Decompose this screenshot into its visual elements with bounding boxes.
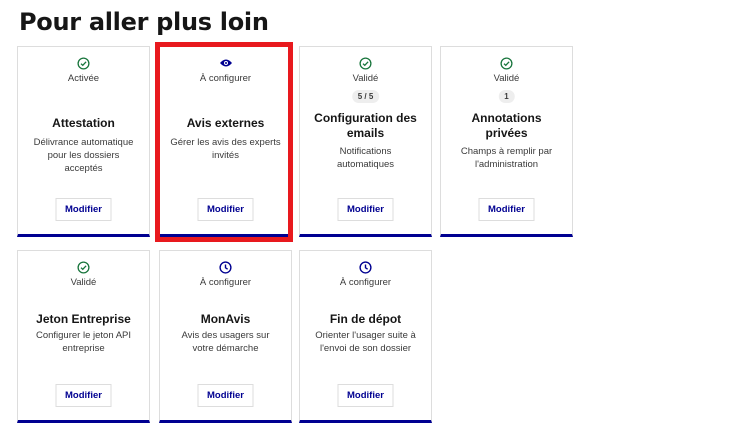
modify-button[interactable]: Modifier	[197, 384, 254, 407]
card-fin-de-depot: À configurer Fin de dépot Orienter l'usa…	[299, 250, 432, 423]
card-configuration-emails: Validé 5 / 5 Configuration des emails No…	[299, 46, 432, 237]
clock-icon	[300, 261, 431, 275]
status-label: Validé	[70, 277, 97, 288]
card-title: Avis externes	[186, 116, 265, 130]
card-title: Jeton Entreprise	[36, 312, 131, 326]
card-description: Délivrance automatique pour les dossiers…	[33, 137, 134, 174]
check-circle-icon	[18, 57, 149, 71]
card-monavis: À configurer MonAvis Avis des usagers su…	[159, 250, 292, 423]
card-annotations-privees: Validé 1 Annotations privées Champs à re…	[440, 46, 573, 237]
card-description: Champs à remplir par l'administration	[460, 146, 553, 170]
clock-icon	[160, 261, 291, 275]
card-title: Annotations privées	[471, 111, 542, 140]
count-badge: 1	[498, 90, 515, 103]
card-description: Avis des usagers sur votre démarche	[181, 330, 270, 354]
status-label: À configurer	[339, 277, 392, 288]
modify-button[interactable]: Modifier	[55, 384, 112, 407]
status-label: Activée	[67, 73, 100, 84]
modify-button[interactable]: Modifier	[337, 198, 394, 221]
modify-button[interactable]: Modifier	[197, 198, 254, 221]
modify-button[interactable]: Modifier	[337, 384, 394, 407]
page-title: Pour aller plus loin	[19, 8, 269, 36]
card-jeton-entreprise: Validé Jeton Entreprise Configurer le je…	[17, 250, 150, 423]
modify-button[interactable]: Modifier	[478, 198, 535, 221]
card-title: Fin de dépot	[329, 312, 402, 326]
card-title: Configuration des emails	[314, 111, 417, 140]
status-label: Validé	[493, 73, 520, 84]
count-badge: 5 / 5	[351, 90, 380, 103]
card-description: Notifications automatiques	[336, 146, 395, 170]
card-title: Attestation	[52, 116, 115, 130]
card-description: Gérer les avis des experts invités	[170, 137, 281, 161]
eye-icon	[160, 57, 291, 71]
status-label: Validé	[352, 73, 379, 84]
status-label: À configurer	[199, 277, 252, 288]
check-circle-icon	[300, 57, 431, 71]
status-label: À configurer	[199, 73, 252, 84]
card-avis-externes: À configurer Avis externes Gérer les avi…	[159, 46, 292, 237]
check-circle-icon	[18, 261, 149, 275]
card-description: Orienter l'usager suite à l'envoi de son…	[315, 330, 416, 354]
card-attestation: Activée Attestation Délivrance automatiq…	[17, 46, 150, 237]
check-circle-icon	[441, 57, 572, 71]
card-title: MonAvis	[200, 312, 251, 326]
modify-button[interactable]: Modifier	[55, 198, 112, 221]
card-description: Configurer le jeton API entreprise	[35, 330, 132, 354]
